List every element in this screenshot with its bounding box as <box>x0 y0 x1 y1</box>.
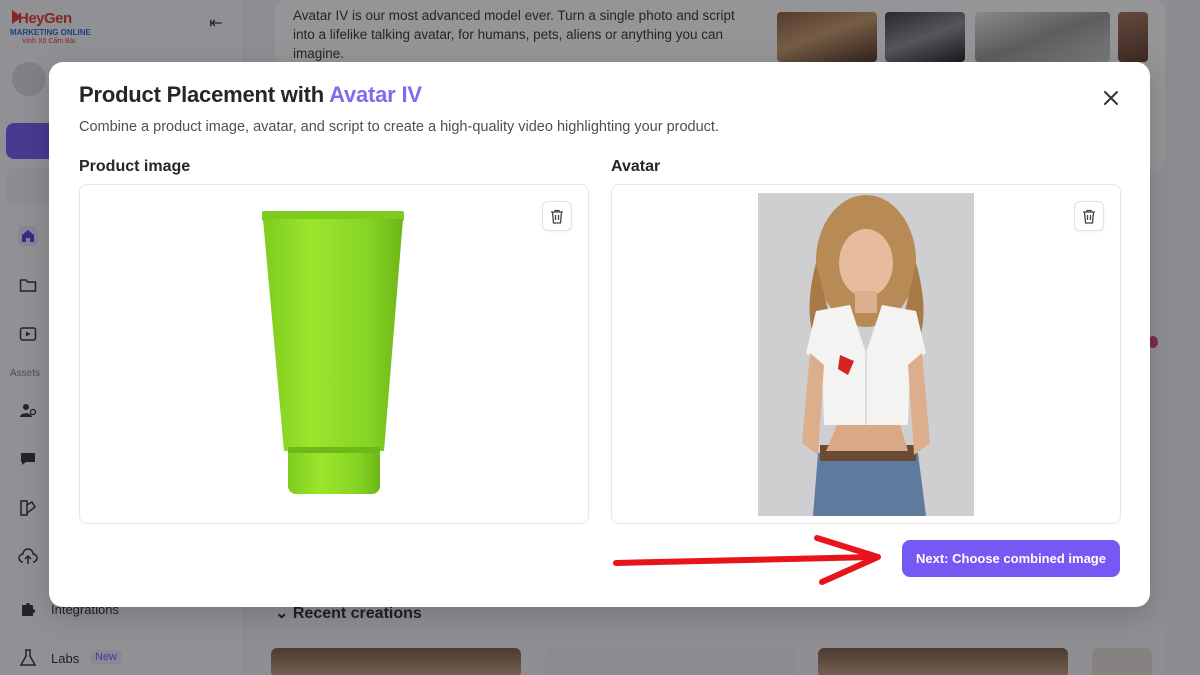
annotation-arrow-icon <box>613 535 881 585</box>
product-image-panel[interactable] <box>79 184 589 524</box>
modal-title-accent: Avatar IV <box>329 82 422 107</box>
modal-title: Product Placement with Avatar IV <box>79 82 422 108</box>
delete-avatar-button[interactable] <box>1074 201 1104 231</box>
modal-subtitle: Combine a product image, avatar, and scr… <box>79 119 719 135</box>
avatar-label: Avatar <box>611 158 661 175</box>
delete-product-image-button[interactable] <box>542 201 572 231</box>
avatar-panel[interactable] <box>611 184 1121 524</box>
product-image-label: Product image <box>79 158 191 175</box>
modal-title-main: Product Placement with <box>79 82 330 107</box>
avatar-photo <box>758 193 974 516</box>
next-choose-combined-image-button[interactable]: Next: Choose combined image <box>902 540 1120 577</box>
product-tube-image <box>262 211 404 494</box>
trash-icon <box>1083 209 1095 224</box>
close-icon[interactable] <box>1099 86 1123 110</box>
product-placement-modal: Product Placement with Avatar IV Combine… <box>49 62 1150 607</box>
trash-icon <box>551 209 563 224</box>
